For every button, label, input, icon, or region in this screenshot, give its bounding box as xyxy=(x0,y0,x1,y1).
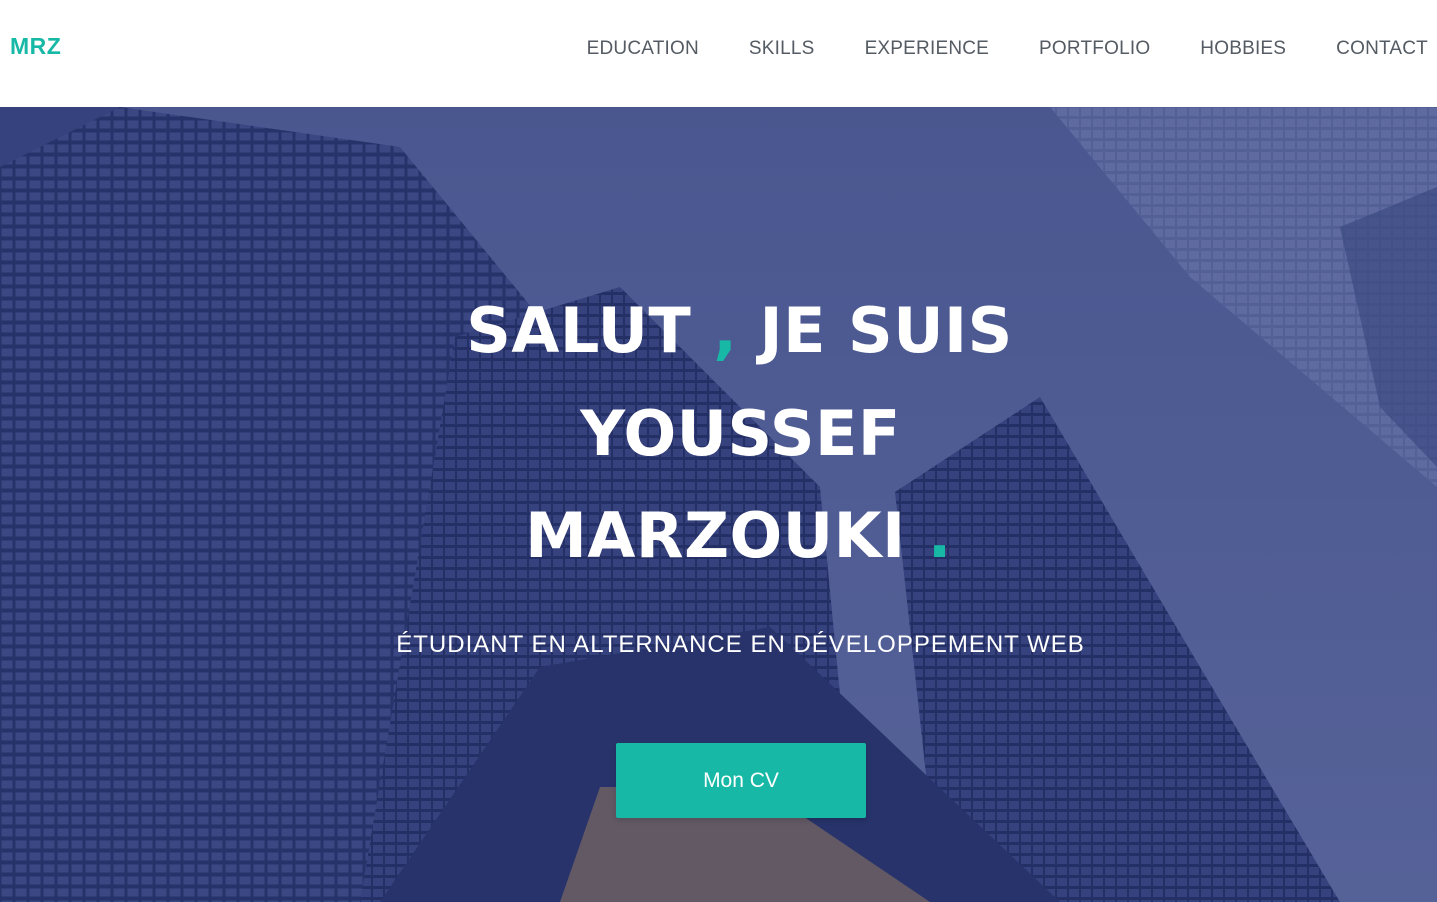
headline-line-2: YOUSSEF xyxy=(0,403,1437,465)
nav-contact[interactable]: CONTACT xyxy=(1336,38,1428,60)
cv-button[interactable]: Mon CV xyxy=(616,743,866,818)
headline-last-name: MARZOUKI xyxy=(525,499,906,572)
headline-comma: , xyxy=(713,294,738,367)
headline-salut: SALUT xyxy=(466,294,692,367)
nav-portfolio[interactable]: PORTFOLIO xyxy=(1039,38,1150,60)
hero-content: SALUT , JE SUIS YOUSSEF MARZOUKI . ÉTUDI… xyxy=(0,107,1437,902)
headline-line-1: SALUT , JE SUIS xyxy=(0,300,1437,362)
main-nav: EDUCATION SKILLS EXPERIENCE PORTFOLIO HO… xyxy=(587,38,1428,60)
site-header: MRZ EDUCATION SKILLS EXPERIENCE PORTFOLI… xyxy=(0,0,1437,107)
nav-hobbies[interactable]: HOBBIES xyxy=(1200,38,1286,60)
headline-je-suis: JE SUIS xyxy=(759,294,1013,367)
hero-section: SALUT , JE SUIS YOUSSEF MARZOUKI . ÉTUDI… xyxy=(0,107,1437,902)
headline-dot: . xyxy=(927,499,952,572)
logo-link[interactable]: MRZ xyxy=(10,33,61,60)
headline-line-3: MARZOUKI . xyxy=(0,505,1437,567)
nav-education[interactable]: EDUCATION xyxy=(587,38,699,60)
headline-first-name: YOUSSEF xyxy=(580,397,901,470)
nav-skills[interactable]: SKILLS xyxy=(749,38,815,60)
hero-subtitle: ÉTUDIANT EN ALTERNANCE EN DÉVELOPPEMENT … xyxy=(396,631,1085,658)
nav-experience[interactable]: EXPERIENCE xyxy=(865,38,989,60)
